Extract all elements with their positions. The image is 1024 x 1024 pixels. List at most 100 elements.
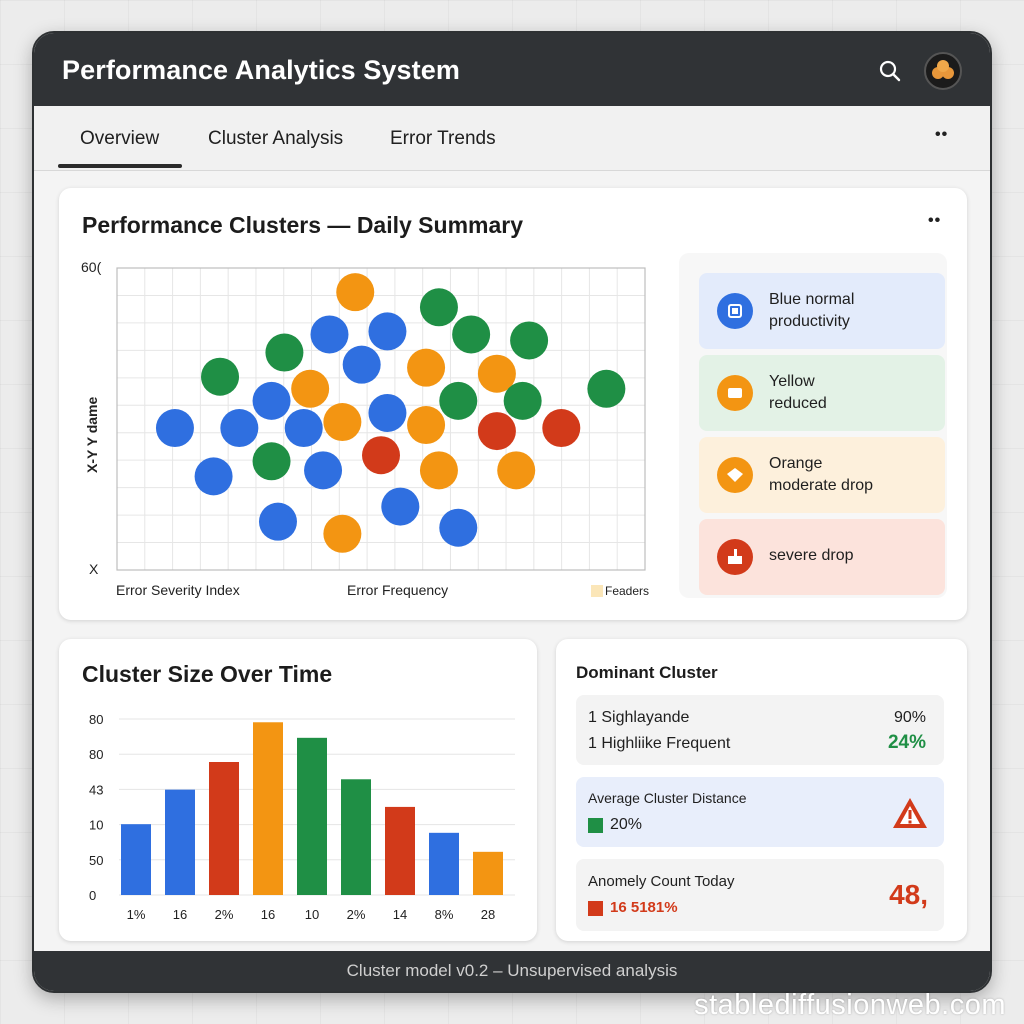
scatter-point[interactable] (220, 409, 259, 448)
legend-item-moderate[interactable]: Orange moderate drop (699, 437, 945, 513)
tab-cluster-analysis[interactable]: Cluster Analysis (208, 128, 343, 150)
scatter-point[interactable] (368, 312, 407, 351)
cluster-legend: Blue normal productivity Yellow reduced … (679, 253, 947, 598)
scatter-point[interactable] (155, 409, 194, 448)
bar[interactable] (429, 832, 459, 895)
severe-drop-icon (717, 539, 753, 575)
y-tick-label: 50 (89, 853, 103, 868)
scatter-point[interactable] (252, 442, 291, 481)
anomaly-value: 48, (889, 879, 928, 910)
scatter-point[interactable] (304, 451, 343, 490)
performance-clusters-card: Performance Clusters — Daily Summary •• … (59, 188, 967, 620)
scatter-point[interactable] (284, 409, 323, 448)
scatter-point[interactable] (310, 315, 349, 354)
bar[interactable] (297, 737, 327, 895)
active-tab-indicator (58, 164, 182, 168)
x-tick-label: 2% (347, 907, 366, 922)
scatter-point[interactable] (194, 457, 233, 496)
scatter-point[interactable] (510, 321, 549, 360)
scatter-point[interactable] (503, 381, 542, 420)
scatter-point[interactable] (258, 502, 297, 541)
x-tick-label: 16 (261, 907, 275, 922)
scatter-point[interactable] (439, 508, 478, 547)
card-more-icon[interactable]: •• (928, 212, 941, 230)
y-bottom-tick: X (89, 561, 99, 577)
scatter-point[interactable] (252, 381, 291, 420)
cluster-size-card: Cluster Size Over Time 0 50 10 43 80 80 1% 16 2… (59, 639, 537, 941)
legend-label-severe: severe drop (769, 547, 854, 564)
bar[interactable] (165, 789, 195, 895)
y-tick-label: 43 (89, 782, 103, 797)
bar[interactable] (385, 806, 415, 895)
legend-swatch (591, 585, 603, 597)
title-bar: Performance Analytics System (34, 33, 990, 106)
legend-label-moderate: Orange moderate drop (769, 455, 874, 494)
x-tick-label: 2% (215, 907, 234, 922)
scatter-point[interactable] (201, 357, 240, 396)
avatar[interactable] (924, 52, 962, 90)
scatter-point[interactable] (407, 348, 446, 387)
scatter-point[interactable] (381, 487, 420, 526)
x-tick-label: 14 (393, 907, 407, 922)
anomaly-swatch (588, 901, 603, 916)
scatter-point[interactable] (362, 436, 400, 475)
y-top-tick: 60( (81, 259, 102, 275)
tab-error-trends[interactable]: Error Trends (390, 128, 496, 150)
anomaly-sub: 16 5181% (610, 899, 678, 916)
dominant-cluster-card: Dominant Cluster 1 Sighlayande 90% 1 Hig… (556, 639, 967, 941)
scatter-point[interactable] (419, 288, 458, 327)
productivity-icon (717, 293, 753, 329)
legend-item-reduced[interactable]: Yellow reduced (699, 355, 945, 431)
tab-bar: Overview Cluster Analysis Error Trends •… (34, 106, 990, 171)
warning-icon (890, 795, 930, 836)
avg-distance-box: Average Cluster Distance 20% (576, 777, 944, 847)
y-tick-label: 80 (89, 747, 103, 762)
row1-value: 90% (893, 709, 926, 726)
anomaly-title: Anomely Count Today (588, 873, 735, 890)
scatter-point[interactable] (265, 333, 304, 372)
scatter-point[interactable] (291, 369, 330, 408)
distance-swatch (588, 818, 603, 833)
scatter-point[interactable] (342, 345, 381, 384)
dominant-card-title: Dominant Cluster (576, 663, 718, 682)
bar[interactable] (209, 762, 239, 895)
more-options-icon[interactable]: •• (935, 126, 948, 144)
status-footer: Cluster model v0.2 – Unsupervised analys… (34, 951, 990, 991)
y-tick-label: 10 (89, 818, 103, 833)
app-window: Performance Analytics System Overview Cl… (32, 31, 992, 993)
scatter-point[interactable] (323, 514, 362, 553)
x-tick-label: 1% (127, 907, 146, 922)
bar[interactable] (253, 722, 283, 895)
legend-item-normal[interactable]: Blue normal productivity (699, 273, 945, 349)
scatter-point[interactable] (542, 409, 581, 448)
x-axis-label-mid: Error Frequency (347, 582, 448, 598)
x-tick-label: 8% (435, 907, 454, 922)
scatter-point[interactable] (368, 393, 407, 432)
bar[interactable] (341, 779, 371, 895)
y-tick-label: 80 (89, 712, 103, 727)
x-tick-label: 10 (305, 907, 319, 922)
legend-label-reduced: Yellow reduced (769, 373, 827, 412)
dominant-breakdown: 1 Sighlayande 90% 1 Highliike Frequent 2… (576, 695, 944, 765)
scatter-point[interactable] (439, 381, 478, 420)
tab-overview[interactable]: Overview (80, 128, 159, 150)
scatter-point[interactable] (323, 403, 362, 442)
scatter-point[interactable] (452, 315, 491, 354)
scatter-point[interactable] (407, 406, 446, 445)
search-icon[interactable] (876, 57, 904, 85)
scatter-point[interactable] (336, 273, 375, 312)
x-tick-label: 16 (173, 907, 187, 922)
scatter-point[interactable] (477, 412, 516, 451)
scatter-point[interactable] (419, 451, 458, 490)
legend-item-severe[interactable]: severe drop (699, 519, 945, 595)
app-title: Performance Analytics System (62, 55, 460, 85)
scatter-point[interactable] (497, 451, 536, 490)
row1-label: 1 Sighlayande (588, 709, 690, 726)
x-tick-label: 28 (481, 907, 495, 922)
anomaly-count-box: Anomely Count Today 16 5181% 48, (576, 859, 944, 931)
scatter-point[interactable] (587, 369, 626, 408)
bar[interactable] (121, 824, 151, 895)
bar[interactable] (473, 851, 503, 895)
legend-label-normal: Blue normal productivity (769, 291, 855, 330)
cluster-scatter-chart: 60( X X-Y Y dame Error Severity Index Er… (81, 259, 649, 598)
